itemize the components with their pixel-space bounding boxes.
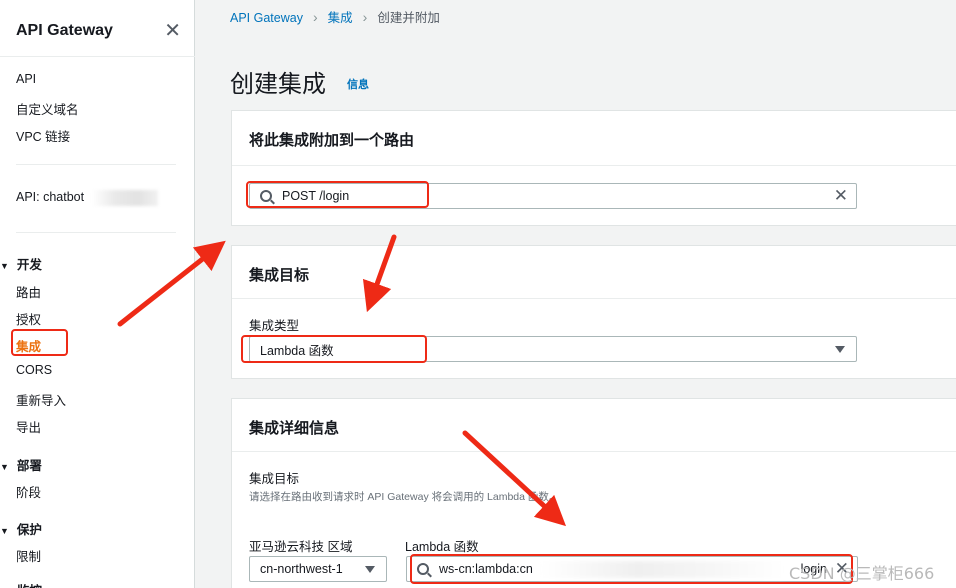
page-title: 创建集成: [230, 71, 326, 98]
panel-title: 集成目标: [249, 267, 310, 284]
sidebar-nav: API Gateway ✕ API 自定义域名 VPC 链接 API: chat…: [0, 0, 195, 588]
breadcrumb: API Gateway › 集成 › 创建并附加: [230, 7, 440, 26]
sidebar-api-name[interactable]: API: chatbot: [16, 190, 84, 204]
caret-down-icon: ▼: [0, 261, 9, 271]
breadcrumb-integrations[interactable]: 集成: [328, 11, 353, 25]
region-select[interactable]: cn-northwest-1: [249, 556, 387, 582]
annotation-box-route: [246, 181, 429, 208]
annotation-box-integration-type: [241, 335, 427, 363]
dropdown-arrow-icon: [365, 566, 375, 573]
sidebar-group-deploy[interactable]: ▼ 部署: [0, 455, 42, 474]
sidebar-item-routes[interactable]: 路由: [16, 282, 41, 301]
region-label: 亚马逊云科技 区域: [249, 540, 353, 554]
sidebar-divider: [0, 56, 195, 57]
integration-target-label: 集成目标: [249, 472, 300, 486]
close-icon[interactable]: ✕: [164, 21, 181, 41]
breadcrumb-api-gateway[interactable]: API Gateway: [230, 11, 303, 25]
sidebar-item-stages[interactable]: 阶段: [16, 482, 41, 501]
sidebar-item-export[interactable]: 导出: [16, 417, 41, 436]
watermark: CSDN @三掌柜666: [789, 564, 935, 583]
sidebar-header: API Gateway ✕: [16, 20, 181, 42]
sidebar-item-api[interactable]: API: [16, 72, 36, 86]
sidebar-group-monitor[interactable]: ▼监控: [0, 580, 42, 588]
chevron-right-icon: ›: [362, 9, 368, 25]
panel-divider: [232, 165, 956, 166]
info-link[interactable]: 信息: [347, 76, 369, 92]
redacted-api-id: [92, 190, 158, 206]
panel-divider: [232, 451, 956, 452]
region-value: cn-northwest-1: [260, 562, 343, 576]
sidebar-group-protect[interactable]: ▼ 保护: [0, 519, 42, 538]
attach-route-panel: 将此集成附加到一个路由 POST /login ✕: [231, 110, 956, 226]
sidebar-item-custom-domain[interactable]: 自定义域名: [16, 99, 79, 118]
annotation-box-integrations: [11, 329, 68, 356]
panel-title: 集成详细信息: [249, 420, 340, 437]
sidebar-title: API Gateway: [16, 22, 113, 39]
sidebar-divider: [16, 164, 176, 165]
sidebar-group-develop[interactable]: ▼ 开发: [0, 254, 42, 273]
caret-down-icon: ▼: [0, 526, 9, 536]
clear-icon[interactable]: ✕: [834, 186, 848, 206]
panel-title: 将此集成附加到一个路由: [249, 132, 415, 149]
integration-target-description: 请选择在路由收到请求时 API Gateway 将会调用的 Lambda 函数。: [249, 491, 560, 503]
sidebar-item-authorization[interactable]: 授权: [16, 309, 41, 328]
sidebar-item-cors[interactable]: CORS: [16, 363, 52, 377]
dropdown-arrow-icon: [835, 346, 845, 353]
lambda-function-label: Lambda 函数: [405, 540, 479, 554]
integration-type-label: 集成类型: [249, 319, 300, 333]
panel-divider: [232, 298, 956, 299]
chevron-right-icon: ›: [312, 9, 318, 25]
caret-down-icon: ▼: [0, 462, 9, 472]
sidebar-item-reimport[interactable]: 重新导入: [16, 390, 66, 409]
annotation-box-lambda: [410, 554, 853, 584]
sidebar-item-throttling[interactable]: 限制: [16, 546, 41, 565]
breadcrumb-current: 创建并附加: [377, 11, 440, 25]
sidebar-divider: [16, 232, 176, 233]
sidebar-item-vpc-link[interactable]: VPC 链接: [16, 126, 70, 145]
